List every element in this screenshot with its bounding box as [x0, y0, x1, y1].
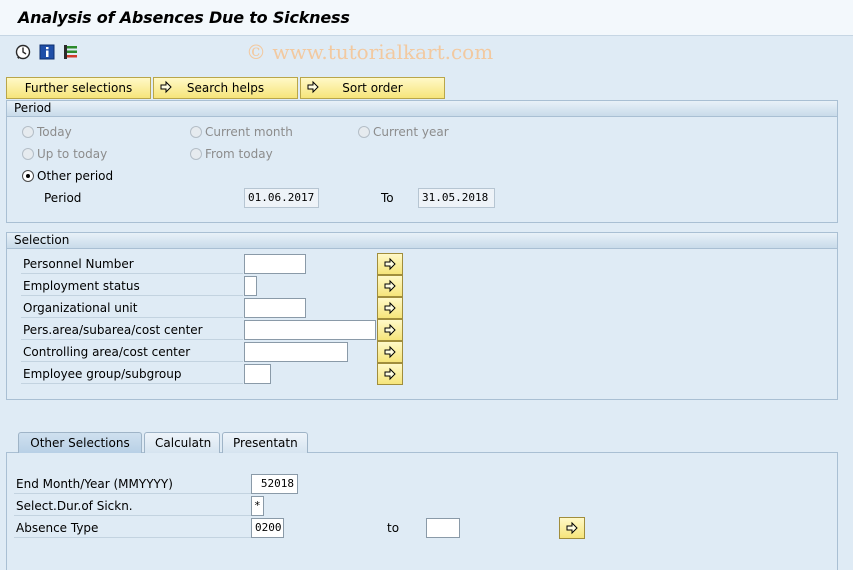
selection-group-header: Selection: [7, 233, 837, 249]
employment-status-multiple-selection-button[interactable]: [377, 275, 403, 297]
end-month-year-input[interactable]: 52018: [251, 474, 298, 494]
radio-other-period-label: Other period: [37, 169, 114, 183]
absence-type-from-input[interactable]: 0200: [251, 518, 284, 538]
search-helps-button[interactable]: Search helps: [153, 77, 298, 99]
employment-status-label: Employment status: [21, 276, 243, 296]
tab-calculatn[interactable]: Calculatn: [144, 432, 220, 453]
duration-of-sickness-input[interactable]: *: [251, 496, 264, 516]
radio-today[interactable]: [22, 126, 34, 138]
employee-group-input[interactable]: [244, 364, 271, 384]
watermark: © www.tutorialkart.com: [246, 40, 494, 64]
further-selections-label: Further selections: [24, 81, 133, 95]
absence-type-label: Absence Type: [14, 518, 251, 538]
search-helps-label: Search helps: [186, 81, 265, 95]
execute-icon[interactable]: [14, 43, 32, 61]
controlling-area-multiple-selection-button[interactable]: [377, 341, 403, 363]
selection-options-icon[interactable]: [62, 43, 80, 61]
period-group-header: Period: [7, 101, 837, 117]
radio-today-label: Today: [37, 125, 72, 139]
radio-current-month-label: Current month: [205, 125, 293, 139]
sort-order-label: Sort order: [342, 81, 403, 95]
absence-type-to-input[interactable]: [426, 518, 460, 538]
radio-from-today[interactable]: [190, 148, 202, 160]
duration-of-sickness-label: Select.Dur.of Sickn.: [14, 496, 251, 516]
arrow-right-icon: [566, 521, 578, 535]
organizational-unit-label: Organizational unit: [21, 298, 243, 318]
employee-group-multiple-selection-button[interactable]: [377, 363, 403, 385]
pers-area-label: Pers.area/subarea/cost center: [21, 320, 243, 340]
arrow-right-icon: [384, 301, 396, 315]
arrow-right-icon: [384, 279, 396, 293]
radio-from-today-label: From today: [205, 147, 273, 161]
radio-current-year[interactable]: [358, 126, 370, 138]
radio-current-month[interactable]: [190, 126, 202, 138]
period-to-label: To: [381, 191, 394, 205]
sort-order-button[interactable]: Sort order: [300, 77, 445, 99]
title-bar: Analysis of Absences Due to Sickness: [0, 0, 853, 36]
tab-presentatn[interactable]: Presentatn: [222, 432, 308, 453]
period-to-field[interactable]: 31.05.2018: [418, 188, 495, 208]
employment-status-input[interactable]: [244, 276, 257, 296]
tab-other-selections[interactable]: Other Selections: [18, 432, 142, 453]
organizational-unit-input[interactable]: [244, 298, 306, 318]
absence-type-to-label: to: [387, 521, 400, 535]
personnel-number-input[interactable]: [244, 254, 306, 274]
arrow-right-icon: [384, 323, 396, 337]
absence-type-multiple-selection-button[interactable]: [559, 517, 585, 539]
employee-group-label: Employee group/subgroup: [21, 364, 243, 384]
personnel-number-label: Personnel Number: [21, 254, 243, 274]
period-label: Period: [44, 191, 82, 205]
pers-area-input[interactable]: [244, 320, 376, 340]
radio-up-to-today[interactable]: [22, 148, 34, 160]
radio-up-to-today-label: Up to today: [37, 147, 108, 161]
page-title: Analysis of Absences Due to Sickness: [18, 8, 350, 27]
arrow-right-icon: [384, 367, 396, 381]
arrow-right-icon: [306, 80, 320, 97]
arrow-right-icon: [159, 80, 173, 97]
pers-area-multiple-selection-button[interactable]: [377, 319, 403, 341]
info-icon[interactable]: [38, 43, 56, 61]
radio-current-year-label: Current year: [373, 125, 449, 139]
arrow-right-icon: [384, 257, 396, 271]
personnel-number-multiple-selection-button[interactable]: [377, 253, 403, 275]
controlling-area-label: Controlling area/cost center: [21, 342, 243, 362]
arrow-right-icon: [384, 345, 396, 359]
period-from-field[interactable]: 01.06.2017: [244, 188, 319, 208]
radio-other-period[interactable]: [22, 170, 34, 182]
further-selections-button[interactable]: Further selections: [6, 77, 151, 99]
controlling-area-input[interactable]: [244, 342, 348, 362]
end-month-year-label: End Month/Year (MMYYYY): [14, 474, 251, 494]
organizational-unit-multiple-selection-button[interactable]: [377, 297, 403, 319]
